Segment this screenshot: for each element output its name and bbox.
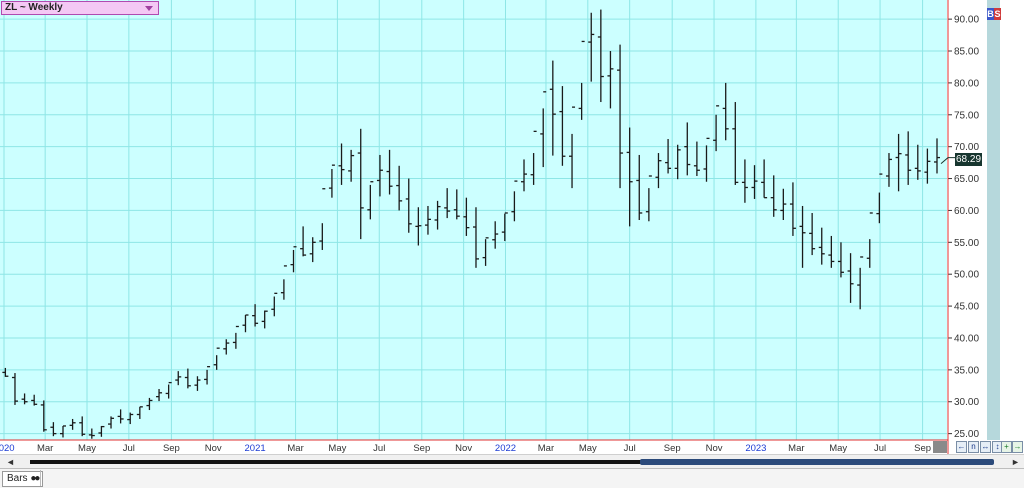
- add-bar-button[interactable]: +: [1001, 441, 1012, 453]
- y-tick-label: 75.00: [954, 110, 979, 121]
- chart-window: 25.00 30.00 35.00 40.00 45.00 50.00 55.00 60.00…: [0, 0, 1024, 488]
- y-tick-label: 65.00: [954, 174, 979, 185]
- bars-tab[interactable]: Bars ●●: [2, 471, 44, 487]
- x-tick-label: Sep: [664, 443, 681, 454]
- x-tick-label: Nov: [455, 443, 472, 454]
- x-tick-label: Nov: [205, 443, 222, 454]
- y-tick-label: 25.00: [954, 429, 979, 440]
- time-axis-background: [0, 440, 948, 454]
- y-tick-label: 60.00: [954, 206, 979, 217]
- last-price-tag: 68.29: [955, 153, 982, 166]
- y-tick-label: 45.00: [954, 302, 979, 313]
- plot-background: [0, 0, 947, 440]
- y-tick-label: 50.00: [954, 270, 979, 281]
- status-bar: Bars ●●: [0, 468, 1024, 488]
- scroll-left-bar-button[interactable]: ←: [956, 441, 967, 453]
- x-tick-label: Jul: [373, 443, 385, 454]
- status-area: [40, 470, 1023, 486]
- horizontal-scrollbar[interactable]: ◄ ►: [0, 454, 1024, 469]
- y-tick-label: 30.00: [954, 397, 979, 408]
- x-tick-label: Jul: [123, 443, 135, 454]
- scroll-right-bar-button[interactable]: →: [1012, 441, 1023, 453]
- x-tick-label: Sep: [163, 443, 180, 454]
- x-tick-label: May: [829, 443, 847, 454]
- scroll-thumb[interactable]: [640, 459, 994, 465]
- y-tick-label: 80.00: [954, 78, 979, 89]
- buy-badge[interactable]: B: [987, 8, 994, 20]
- x-tick-partial-bg: [933, 441, 947, 453]
- symbol-selector[interactable]: ZL ~ Weekly: [1, 1, 159, 15]
- bars-tab-icon: ●●: [30, 473, 40, 484]
- x-tick-label: 2022: [495, 443, 516, 454]
- y-tick-label: 35.00: [954, 365, 979, 376]
- x-tick-label: Mar: [287, 443, 303, 454]
- x-tick-label: 2020: [0, 443, 15, 454]
- x-tick-label: Mar: [788, 443, 804, 454]
- horizontal-zoom-button[interactable]: ↔: [980, 441, 991, 453]
- x-tick-label: May: [328, 443, 346, 454]
- x-tick-label: Sep: [914, 443, 931, 454]
- price-chart[interactable]: 25.00 30.00 35.00 40.00 45.00 50.00 55.00 60.00…: [0, 0, 1024, 487]
- sell-badge[interactable]: S: [994, 8, 1001, 20]
- x-tick-label: Jul: [874, 443, 886, 454]
- x-tick-label: May: [579, 443, 597, 454]
- x-tick-label: May: [78, 443, 96, 454]
- x-tick-label: 2021: [245, 443, 266, 454]
- new-bar-button[interactable]: n: [968, 441, 979, 453]
- bars-tab-label: Bars: [7, 473, 28, 484]
- y-tick-label: 55.00: [954, 238, 979, 249]
- x-tick-label: Mar: [538, 443, 554, 454]
- y-tick-label: 90.00: [954, 15, 979, 26]
- y-tick-label: 70.00: [954, 142, 979, 153]
- symbol-label: ZL ~ Weekly: [5, 2, 63, 13]
- x-tick-label: Nov: [706, 443, 723, 454]
- scroll-right-arrow-icon[interactable]: ►: [1011, 457, 1020, 467]
- x-tick-label: Jul: [624, 443, 636, 454]
- x-tick-label: 2023: [745, 443, 766, 454]
- x-tick-label: Sep: [413, 443, 430, 454]
- y-tick-label: 85.00: [954, 47, 979, 58]
- scroll-left-arrow-icon[interactable]: ◄: [6, 457, 15, 467]
- dropdown-arrow-icon[interactable]: [145, 6, 153, 11]
- right-side-strip: [987, 0, 1000, 440]
- x-tick-label: Mar: [37, 443, 53, 454]
- y-tick-label: 40.00: [954, 333, 979, 344]
